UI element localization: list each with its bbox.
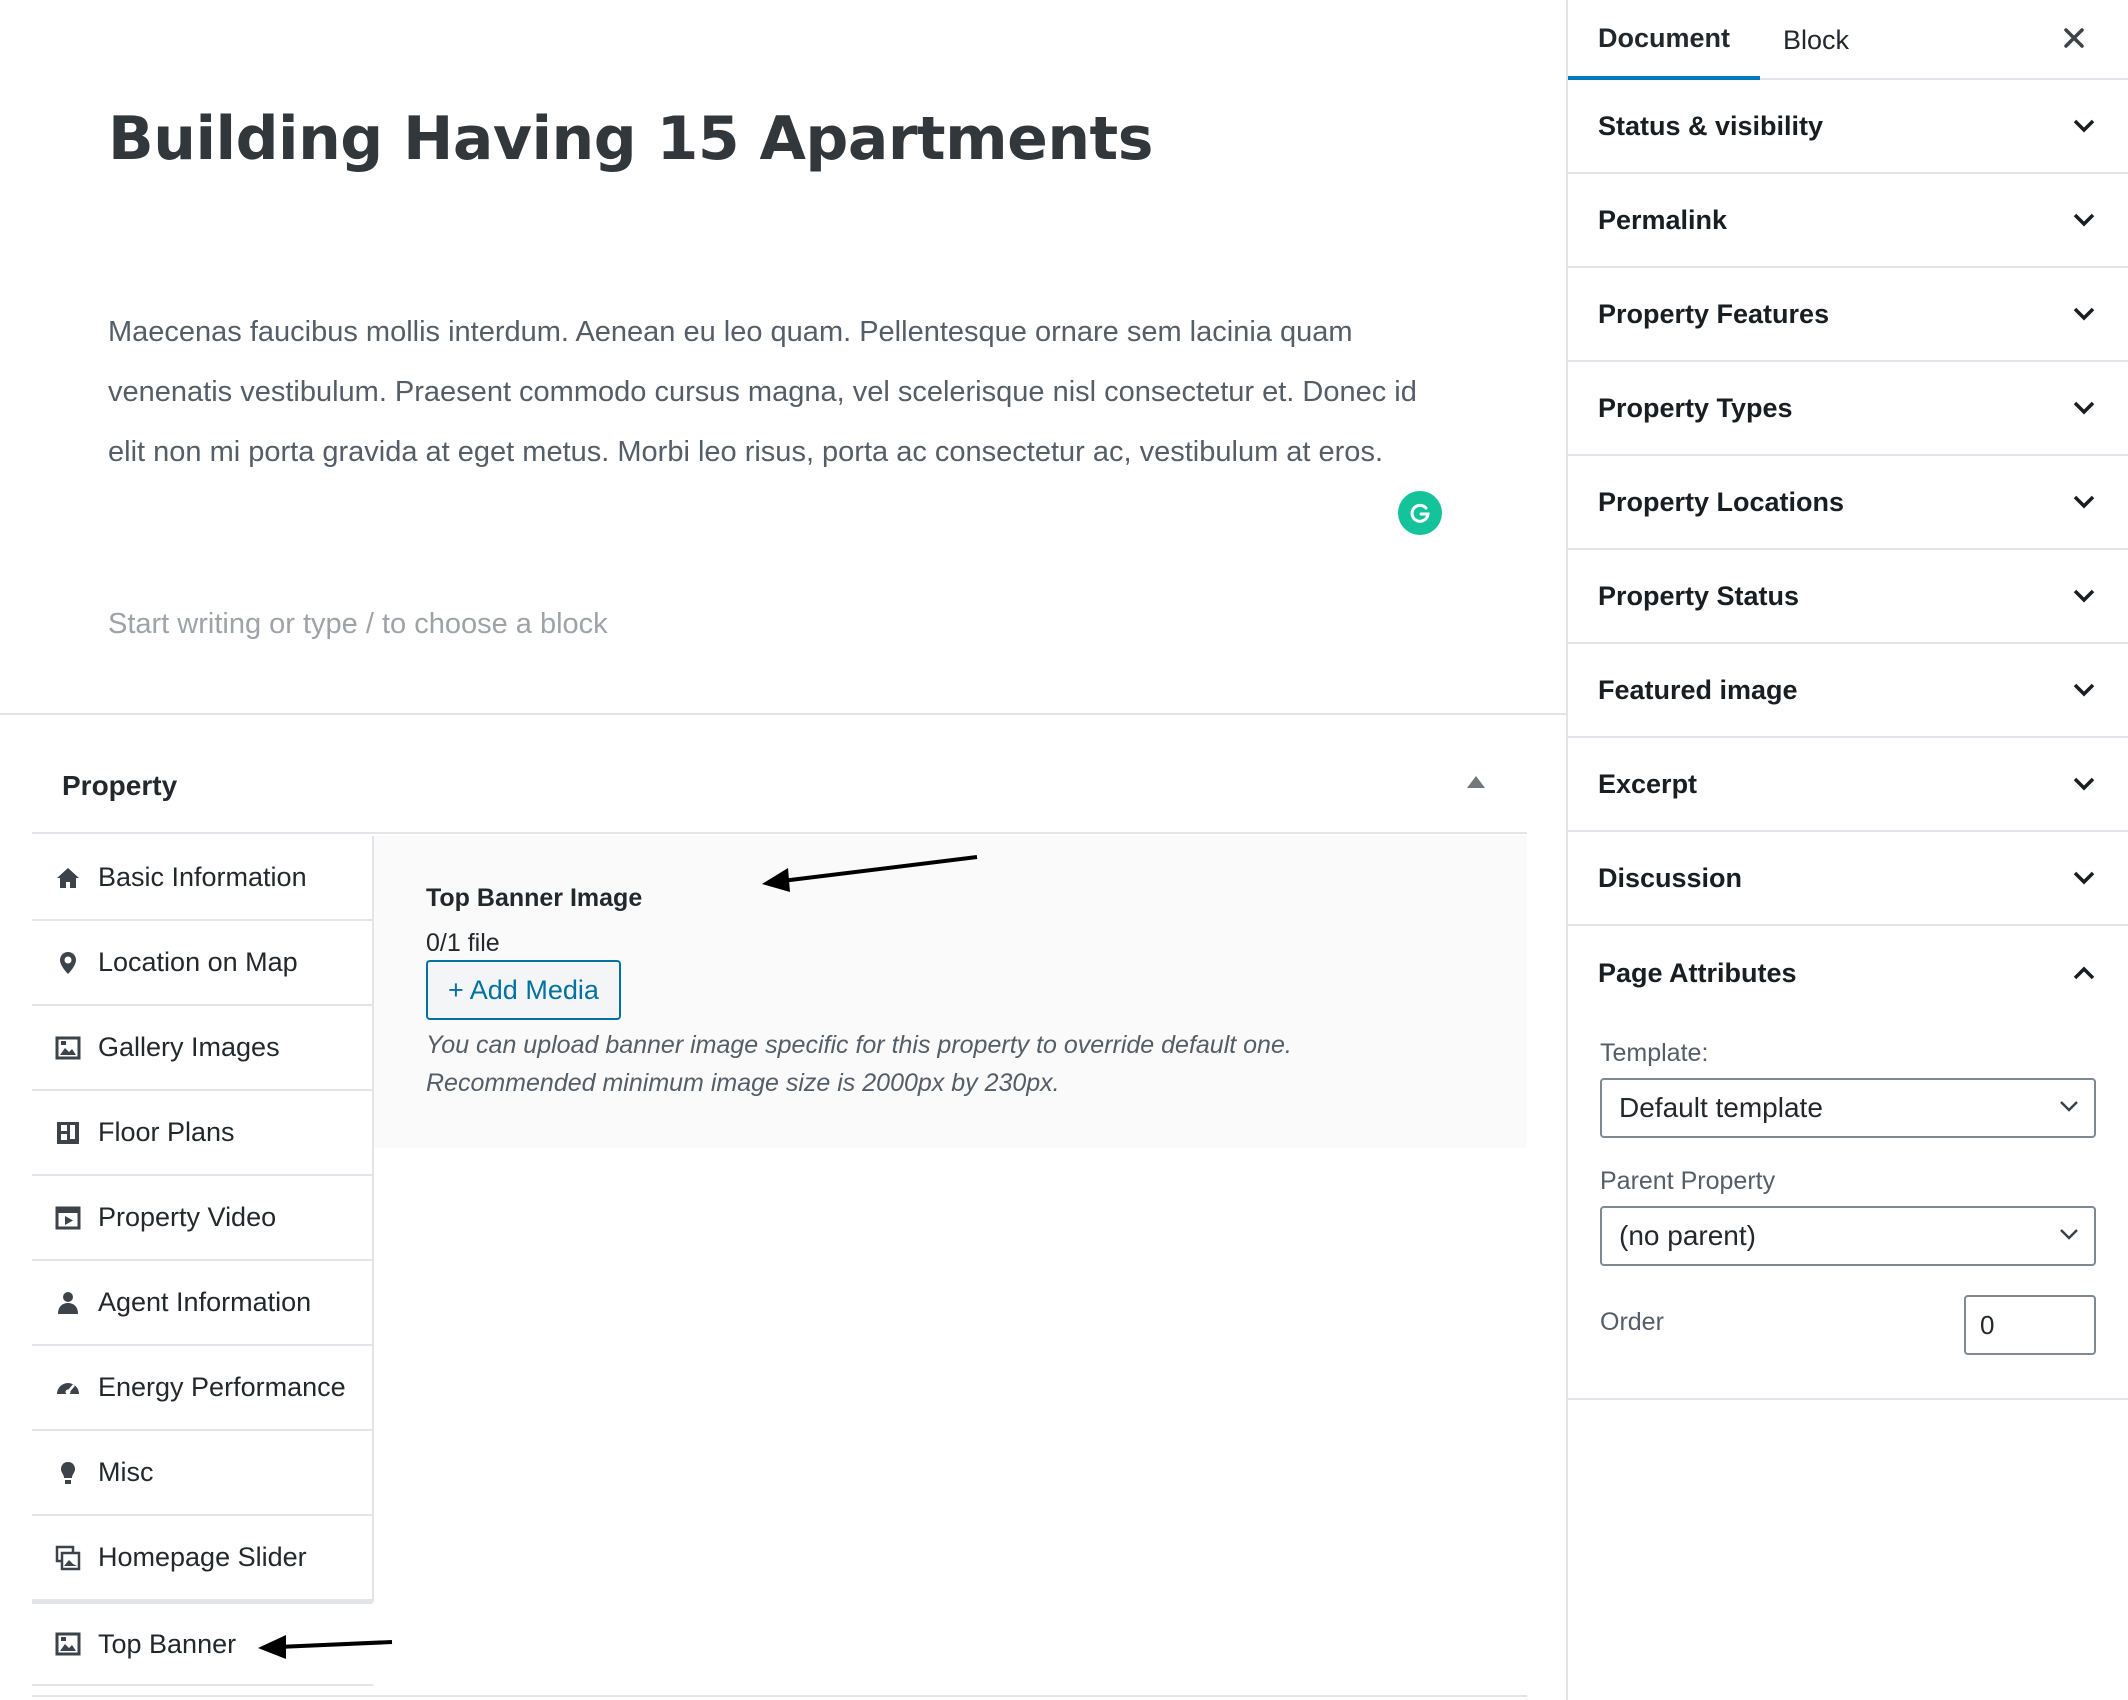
video-icon xyxy=(54,1204,82,1232)
order-label: Order xyxy=(1600,1308,1664,1336)
panel-label: Status & visibility xyxy=(1598,110,1824,141)
divider xyxy=(0,713,1566,715)
tab-label: Gallery Images xyxy=(98,1032,280,1062)
panel-label: Featured image xyxy=(1598,674,1798,705)
tab-label: Agent Information xyxy=(98,1287,312,1317)
tab-misc[interactable]: Misc xyxy=(32,1431,374,1516)
chevron-down-icon xyxy=(2070,676,2098,704)
parent-select[interactable]: (no parent) xyxy=(1600,1206,2096,1266)
image-icon xyxy=(54,1630,82,1658)
tab-floor-plans[interactable]: Floor Plans xyxy=(32,1091,374,1176)
panel-property-locations[interactable]: Property Locations xyxy=(1568,456,2128,550)
chevron-down-icon xyxy=(2070,864,2098,892)
chevron-down-icon xyxy=(2070,394,2098,422)
close-icon[interactable] xyxy=(2054,18,2094,58)
chevron-down-icon xyxy=(2070,206,2098,234)
tab-property-video[interactable]: Property Video xyxy=(32,1176,374,1261)
description-line: You can upload banner image specific for… xyxy=(426,1031,1292,1059)
tab-label: Misc xyxy=(98,1457,154,1487)
settings-sidebar: Document Block Status & visibility Perma… xyxy=(1566,0,2128,1700)
panel-label: Discussion xyxy=(1598,862,1743,893)
add-media-button[interactable]: + Add Media xyxy=(426,960,621,1020)
annotation-arrow-icon xyxy=(762,855,978,892)
panel-label: Page Attributes xyxy=(1598,957,1797,988)
gallery-icon xyxy=(54,1034,82,1062)
chevron-down-icon xyxy=(2070,300,2098,328)
post-title[interactable]: Building Having 15 Apartments xyxy=(108,104,1153,174)
template-select[interactable]: Default template xyxy=(1600,1078,2096,1138)
tab-label: Energy Performance xyxy=(98,1372,346,1402)
panel-status-visibility[interactable]: Status & visibility xyxy=(1568,80,2128,174)
field-description: You can upload banner image specific for… xyxy=(426,1026,1292,1102)
agent-icon xyxy=(54,1289,82,1317)
panel-page-attributes: Page Attributes Template: Default templa… xyxy=(1568,926,2128,1400)
slider-icon xyxy=(54,1544,82,1572)
tab-agent-information[interactable]: Agent Information xyxy=(32,1261,374,1346)
metabox-header[interactable]: Property xyxy=(32,738,1527,834)
tab-label: Floor Plans xyxy=(98,1117,235,1147)
collapse-toggle-icon[interactable] xyxy=(1467,776,1485,788)
tab-label: Location on Map xyxy=(98,947,298,977)
tab-gallery-images[interactable]: Gallery Images xyxy=(32,1006,374,1091)
panel-discussion[interactable]: Discussion xyxy=(1568,832,2128,926)
panel-permalink[interactable]: Permalink xyxy=(1568,174,2128,268)
tab-label: Top Banner xyxy=(98,1628,237,1659)
chevron-down-icon xyxy=(2070,488,2098,516)
block-appender[interactable]: Start writing or type / to choose a bloc… xyxy=(108,608,608,641)
chevron-up-icon xyxy=(2070,959,2098,987)
annotation-arrow-icon xyxy=(258,1635,393,1659)
panel-featured-image[interactable]: Featured image xyxy=(1568,644,2128,738)
tab-energy-performance[interactable]: Energy Performance xyxy=(32,1346,374,1431)
chevron-down-icon xyxy=(2058,1099,2080,1118)
home-icon xyxy=(54,864,82,892)
location-pin-icon xyxy=(54,949,82,977)
editor-canvas: Building Having 15 Apartments Maecenas f… xyxy=(0,0,1566,1700)
template-label: Template: xyxy=(1600,1039,1709,1067)
file-count: 0/1 file xyxy=(426,929,500,957)
order-input[interactable]: 0 xyxy=(1964,1295,2096,1355)
floor-plan-icon xyxy=(54,1119,82,1147)
chevron-down-icon xyxy=(2058,1227,2080,1246)
tab-document[interactable]: Document xyxy=(1568,0,1761,80)
panel-label: Property Features xyxy=(1598,298,1830,329)
metabox-title: Property xyxy=(62,770,178,801)
panel-label: Property Status xyxy=(1598,580,1800,611)
panel-property-features[interactable]: Property Features xyxy=(1568,268,2128,362)
divider xyxy=(32,1695,1527,1697)
tab-basic-information[interactable]: Basic Information xyxy=(32,836,374,921)
panel-label: Permalink xyxy=(1598,204,1728,235)
panel-label: Excerpt xyxy=(1598,768,1698,799)
panel-property-types[interactable]: Property Types xyxy=(1568,362,2128,456)
tab-block[interactable]: Block xyxy=(1753,0,1879,80)
description-line: Recommended minimum image size is 2000px… xyxy=(426,1069,1060,1097)
paragraph-block[interactable]: Maecenas faucibus mollis interdum. Aenea… xyxy=(108,302,1453,482)
parent-label: Parent Property xyxy=(1600,1167,1776,1195)
template-select-value: Default template xyxy=(1619,1092,1823,1123)
grammarly-icon[interactable] xyxy=(1398,491,1442,535)
panel-label: Property Types xyxy=(1598,392,1793,423)
tab-label: Property Video xyxy=(98,1202,277,1232)
panel-page-attributes-header[interactable]: Page Attributes xyxy=(1568,926,2128,1020)
metabox-tabs: Basic Information Location on Map Galler… xyxy=(32,836,374,1686)
lightbulb-icon xyxy=(54,1459,82,1487)
dashboard-icon xyxy=(54,1374,82,1402)
field-title: Top Banner Image xyxy=(426,884,643,912)
sidebar-tabs: Document Block xyxy=(1568,0,2128,80)
chevron-down-icon xyxy=(2070,112,2098,140)
tab-homepage-slider[interactable]: Homepage Slider xyxy=(32,1516,374,1601)
tab-label: Homepage Slider xyxy=(98,1542,307,1572)
chevron-down-icon xyxy=(2070,770,2098,798)
chevron-down-icon xyxy=(2070,582,2098,610)
panel-label: Property Locations xyxy=(1598,486,1845,517)
tab-location-on-map[interactable]: Location on Map xyxy=(32,921,374,1006)
panel-property-status[interactable]: Property Status xyxy=(1568,550,2128,644)
panel-excerpt[interactable]: Excerpt xyxy=(1568,738,2128,832)
tab-label: Basic Information xyxy=(98,862,307,892)
parent-select-value: (no parent) xyxy=(1619,1220,1756,1251)
